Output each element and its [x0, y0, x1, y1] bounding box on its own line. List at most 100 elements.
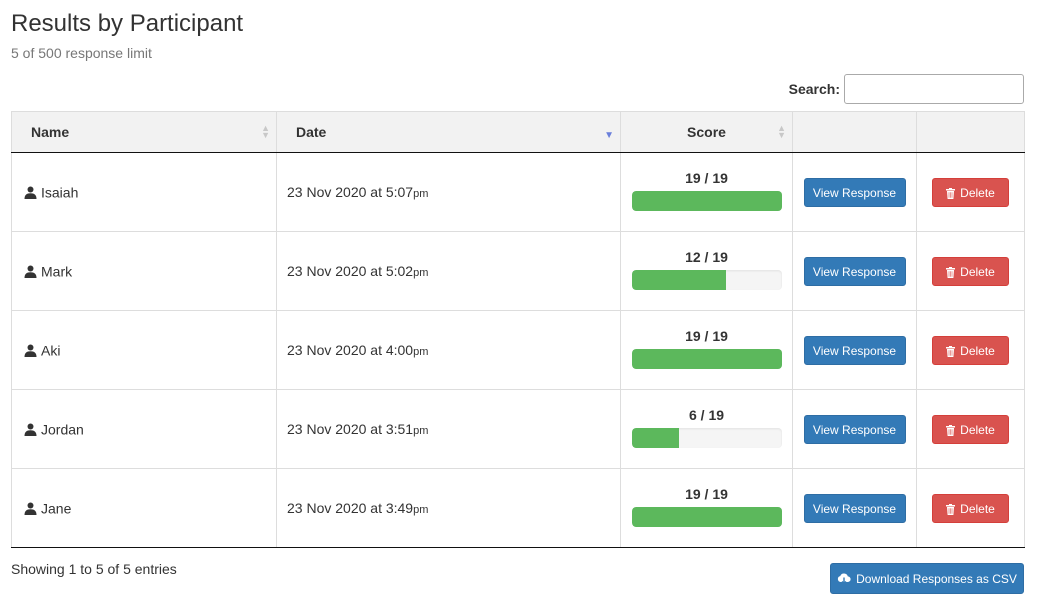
participant-name: Jane — [41, 500, 72, 517]
cloud-download-icon — [837, 572, 851, 584]
view-cell: View Response — [792, 231, 917, 311]
table-row: Mark 23 Nov 2020 at 5:02pm 12 / 19 View … — [11, 231, 1025, 311]
score-text: 19 / 19 — [685, 169, 728, 186]
column-header-label: Score — [687, 124, 726, 140]
participant-name: Jordan — [41, 421, 84, 438]
view-response-button[interactable]: View Response — [803, 256, 906, 286]
view-cell: View Response — [792, 152, 917, 232]
table-row: Jordan 23 Nov 2020 at 3:51pm 6 / 19 View… — [11, 389, 1025, 469]
delete-button[interactable]: Delete — [932, 256, 1009, 286]
view-response-button[interactable]: View Response — [803, 335, 906, 365]
column-header-delete — [916, 111, 1025, 153]
search-container: Search: — [789, 74, 1024, 104]
delete-button[interactable]: Delete — [932, 493, 1009, 523]
trash-icon — [946, 266, 956, 278]
column-header-name[interactable]: Name ▲ ▼ — [11, 111, 277, 153]
user-icon — [24, 186, 37, 200]
table-row: Aki 23 Nov 2020 at 4:00pm 19 / 19 View R… — [11, 310, 1025, 390]
score-progress-bar — [631, 427, 782, 448]
trash-icon — [946, 187, 956, 199]
date-cell: 23 Nov 2020 at 5:07pm — [276, 152, 621, 232]
response-time-suffix: pm — [413, 425, 429, 437]
delete-label: Delete — [960, 422, 995, 437]
view-cell: View Response — [792, 389, 917, 469]
delete-cell: Delete — [916, 152, 1025, 232]
participant-name: Isaiah — [41, 184, 79, 201]
score-progress-bar — [631, 348, 782, 369]
score-text: 19 / 19 — [685, 327, 728, 344]
score-progress-bar — [631, 506, 782, 527]
view-cell: View Response — [792, 310, 917, 390]
search-label: Search: — [788, 81, 840, 97]
score-cell: 19 / 19 — [620, 152, 793, 232]
user-icon — [24, 344, 37, 358]
score-progress-fill — [631, 348, 782, 369]
participant-cell: Isaiah — [11, 152, 277, 232]
column-header-label: Date — [296, 124, 327, 140]
delete-label: Delete — [960, 343, 995, 358]
participant-cell: Jane — [11, 468, 277, 548]
delete-label: Delete — [960, 185, 995, 200]
score-progress-fill — [631, 190, 782, 211]
participant-cell: Aki — [11, 310, 277, 390]
user-icon — [24, 265, 37, 279]
delete-cell: Delete — [916, 389, 1025, 469]
trash-icon — [946, 345, 956, 357]
delete-button[interactable]: Delete — [932, 414, 1009, 444]
sort-icon: ▲ ▼ — [261, 123, 270, 140]
participant-cell: Mark — [11, 231, 277, 311]
response-time-suffix: pm — [413, 267, 429, 279]
trash-icon — [946, 503, 956, 515]
delete-label: Delete — [960, 264, 995, 279]
sort-icon: ▲ ▼ — [777, 123, 786, 140]
participant-name: Mark — [41, 263, 73, 280]
delete-button[interactable]: Delete — [932, 335, 1009, 365]
delete-button[interactable]: Delete — [932, 177, 1009, 207]
response-time-suffix: pm — [413, 346, 429, 358]
user-icon — [24, 502, 37, 516]
score-progress-fill — [631, 269, 727, 290]
column-header-view — [792, 111, 917, 153]
response-date: 23 Nov 2020 at 5:02 — [287, 263, 414, 279]
score-cell: 12 / 19 — [620, 231, 793, 311]
view-response-button[interactable]: View Response — [803, 414, 906, 444]
download-csv-label: Download Responses as CSV — [856, 571, 1017, 586]
delete-cell: Delete — [916, 231, 1025, 311]
delete-cell: Delete — [916, 468, 1025, 548]
view-response-button[interactable]: View Response — [803, 493, 906, 523]
date-cell: 23 Nov 2020 at 3:49pm — [276, 468, 621, 548]
score-cell: 6 / 19 — [620, 389, 793, 469]
view-cell: View Response — [792, 468, 917, 548]
sort-descending-icon: ▼ — [604, 130, 614, 141]
date-cell: 23 Nov 2020 at 3:51pm — [276, 389, 621, 469]
date-cell: 23 Nov 2020 at 5:02pm — [276, 231, 621, 311]
view-response-button[interactable]: View Response — [803, 177, 906, 207]
page-title: Results by Participant — [11, 10, 244, 37]
table-header-row: Name ▲ ▼ Date ▼ Score ▲ ▼ — [11, 111, 1025, 153]
table-row: Jane 23 Nov 2020 at 3:49pm 19 / 19 View … — [11, 468, 1025, 548]
column-header-score[interactable]: Score ▲ ▼ — [620, 111, 793, 153]
participant-name: Aki — [41, 342, 61, 359]
participant-cell: Jordan — [11, 389, 277, 469]
score-progress-fill — [631, 506, 782, 527]
score-text: 6 / 19 — [688, 406, 725, 423]
search-input[interactable] — [844, 74, 1024, 104]
date-cell: 23 Nov 2020 at 4:00pm — [276, 310, 621, 390]
results-table: Name ▲ ▼ Date ▼ Score ▲ ▼ Isaiah 23 Nov 20… — [11, 111, 1025, 548]
column-header-label: Name — [31, 124, 70, 140]
score-progress-bar — [631, 269, 782, 290]
score-cell: 19 / 19 — [620, 468, 793, 548]
entries-info: Showing 1 to 5 of 5 entries — [11, 561, 177, 577]
response-date: 23 Nov 2020 at 4:00 — [287, 342, 414, 358]
response-date: 23 Nov 2020 at 5:07 — [287, 184, 414, 200]
score-text: 19 / 19 — [685, 485, 728, 502]
response-date: 23 Nov 2020 at 3:49 — [287, 500, 414, 516]
trash-icon — [946, 424, 956, 436]
delete-cell: Delete — [916, 310, 1025, 390]
table-row: Isaiah 23 Nov 2020 at 5:07pm 19 / 19 Vie… — [11, 152, 1025, 232]
column-header-date[interactable]: Date ▼ — [276, 111, 621, 153]
response-date: 23 Nov 2020 at 3:51 — [287, 421, 414, 437]
response-limit-text: 5 of 500 response limit — [11, 45, 152, 61]
download-csv-button[interactable]: Download Responses as CSV — [830, 563, 1024, 594]
delete-label: Delete — [960, 501, 995, 516]
